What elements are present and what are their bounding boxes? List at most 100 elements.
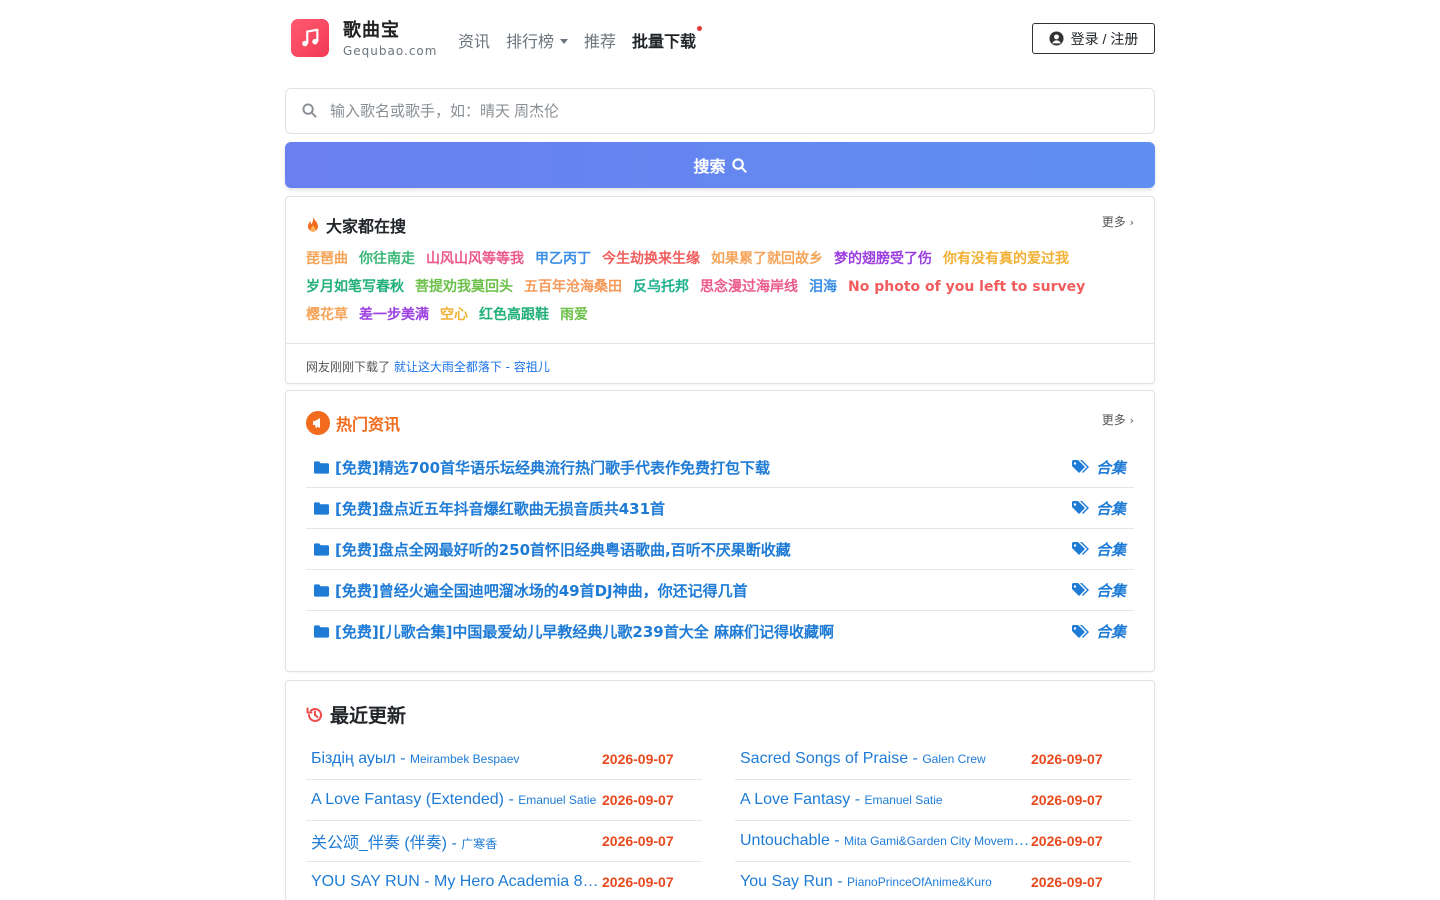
news-category-label: 合集 — [1095, 499, 1126, 518]
hot-search-tag[interactable]: 琵琶曲 — [306, 251, 348, 267]
update-song: Untouchable — [740, 832, 830, 849]
news-title: [免费]盘点全网最好听的250首怀旧经典粤语歌曲,百听不厌果断收藏 — [335, 540, 791, 559]
hot-searches-title: 大家都在搜 — [326, 217, 407, 236]
hot-search-tag[interactable]: 你往南走 — [359, 251, 415, 267]
update-song-link[interactable]: YOU SAY RUN - My Hero Academia 8th Seaso… — [311, 873, 601, 891]
news-category[interactable]: 合集 — [1071, 457, 1126, 478]
update-song-link[interactable]: Untouchable - Mita Gami&Garden City Move… — [740, 832, 1030, 850]
search-button-label: 搜索 — [693, 159, 726, 176]
nav-rankings[interactable]: 排行榜 — [506, 28, 569, 52]
hot-search-tag[interactable]: 反乌托邦 — [633, 279, 689, 295]
hot-search-tag[interactable]: 甲乙丙丁 — [535, 251, 591, 267]
search-input[interactable] — [330, 89, 1130, 133]
hot-search-tag[interactable]: 梦的翅膀受了伤 — [834, 251, 932, 267]
tags-icon — [1071, 501, 1089, 514]
hot-search-tag[interactable]: 山风山风等等我 — [426, 251, 524, 267]
music-note-logo-icon[interactable] — [291, 19, 329, 57]
nav-news[interactable]: 资讯 — [458, 28, 490, 52]
hot-search-tag[interactable]: 泪海 — [809, 279, 837, 295]
hot-search-tag[interactable]: 你有没有真的爱过我 — [943, 251, 1069, 267]
hot-search-tag[interactable]: 如果累了就回故乡 — [711, 251, 823, 267]
update-row[interactable]: You Say Run - PianoPrinceOfAnime&Kuro 202… — [735, 862, 1131, 900]
hot-search-tag[interactable]: 今生劫换来生缘 — [602, 251, 700, 267]
folder-icon — [314, 625, 329, 638]
hot-search-tag[interactable]: No photo of you left to survey — [848, 279, 1085, 295]
news-category-label: 合集 — [1095, 623, 1126, 641]
update-row[interactable]: A Love Fantasy - Emanuel Satie 2026-09-07 — [735, 780, 1131, 821]
news-category[interactable]: 合集 — [1071, 539, 1126, 560]
news-title: [免费]盘点近五年抖音爆红歌曲无损音质共431首 — [335, 499, 666, 518]
news-row[interactable]: [免费][儿歌合集]中国最爱幼儿早教经典儿歌239首大全 麻麻们记得收藏啊 合集 — [306, 611, 1134, 652]
search-button[interactable]: 搜索 — [285, 142, 1155, 188]
news-link[interactable]: [免费]精选700首华语乐坛经典流行热门歌手代表作免费打包下载 — [306, 457, 770, 478]
news-category[interactable]: 合集 — [1071, 498, 1126, 519]
recent-download-prefix: 网友刚刚下载了 — [306, 360, 391, 374]
hot-search-tag[interactable]: 岁月如笔写春秋 — [306, 279, 404, 295]
hot-search-tag[interactable]: 空心 — [440, 307, 468, 323]
hot-search-tag[interactable]: 樱花草 — [306, 307, 348, 323]
hot-search-tag[interactable]: 思念漫过海岸线 — [700, 279, 798, 295]
news-category[interactable]: 合集 — [1071, 621, 1126, 642]
main-nav: 资讯 排行榜 推荐 批量下载 — [458, 26, 712, 52]
hot-search-tag[interactable]: 菩提劝我莫回头 — [415, 279, 513, 295]
update-artist: Galen Crew — [922, 752, 986, 766]
recent-download-link[interactable]: 就让这大雨全都落下 - 容祖儿 — [394, 360, 550, 374]
update-date: 2026-09-07 — [602, 792, 674, 808]
update-row[interactable]: A Love Fantasy (Extended) - Emanuel Sati… — [306, 780, 702, 821]
news-link[interactable]: [免费]盘点近五年抖音爆红歌曲无损音质共431首 — [306, 498, 665, 519]
news-row[interactable]: [免费]精选700首华语乐坛经典流行热门歌手代表作免费打包下载 合集 — [306, 447, 1134, 488]
update-song-link[interactable]: Біздің ауыл - Meirambek Bespaev — [311, 750, 601, 768]
update-row[interactable]: 关公颂_伴奏 (伴奏) - 广寒香 2026-09-07 — [306, 821, 702, 862]
hot-search-tag[interactable]: 差一步美满 — [359, 307, 429, 323]
hot-search-tag[interactable]: 雨爱 — [560, 307, 588, 323]
updates-right-column: Sacred Songs of Praise - Galen Crew 2026-… — [735, 739, 1131, 900]
news-title: [免费]精选700首华语乐坛经典流行热门歌手代表作免费打包下载 — [335, 458, 771, 477]
hot-search-tags: 琵琶曲 你往南走 山风山风等等我 甲乙丙丁 今生劫换来生缘 如果累了就回故乡 梦的翅膀受了伤… — [306, 245, 1136, 329]
page-container: 歌曲宝 Gequbao.com 资讯 排行榜 推荐 批量下载 登录 / 注册 搜… — [285, 0, 1155, 900]
tags-icon — [1071, 624, 1089, 638]
update-artist: Emanuel Satie — [864, 793, 943, 807]
nav-recommend[interactable]: 推荐 — [584, 28, 616, 52]
tags-icon — [1071, 583, 1089, 596]
update-date: 2026-09-07 — [1031, 792, 1103, 808]
hot-search-tag[interactable]: 红色高跟鞋 — [479, 307, 549, 323]
folder-icon — [314, 460, 329, 474]
news-category-label: 合集 — [1095, 458, 1126, 477]
update-song-link[interactable]: Sacred Songs of Praise - Galen Crew — [740, 750, 1030, 768]
news-link[interactable]: [免费]盘点全网最好听的250首怀旧经典粤语歌曲,百听不厌果断收藏 — [306, 539, 791, 560]
update-song: 关公颂_伴奏 (伴奏) — [311, 835, 448, 852]
news-link[interactable]: [免费][儿歌合集]中国最爱幼儿早教经典儿歌239首大全 麻麻们记得收藏啊 — [306, 621, 834, 642]
news-category-label: 合集 — [1095, 540, 1126, 559]
nav-rankings-label: 排行榜 — [506, 32, 555, 51]
news-link[interactable]: [免费]曾经火遍全国迪吧溜冰场的49首DJ神曲，你还记得几首 — [306, 580, 748, 601]
news-row[interactable]: [免费]曾经火遍全国迪吧溜冰场的49首DJ神曲，你还记得几首 合集 — [306, 570, 1134, 611]
update-date: 2026-09-07 — [1031, 751, 1103, 767]
news-row[interactable]: [免费]盘点近五年抖音爆红歌曲无损音质共431首 合集 — [306, 488, 1134, 529]
update-song-link[interactable]: You Say Run - PianoPrinceOfAnime&Kuro — [740, 873, 1030, 891]
update-row[interactable]: Sacred Songs of Praise - Galen Crew 2026-… — [735, 739, 1131, 780]
news-title: [免费]曾经火遍全国迪吧溜冰场的49首DJ神曲，你还记得几首 — [335, 581, 748, 600]
update-song-link[interactable]: 关公颂_伴奏 (伴奏) - 广寒香 — [311, 829, 601, 853]
login-register-button[interactable]: 登录 / 注册 — [1032, 23, 1155, 54]
nav-batch-download[interactable]: 批量下载 — [632, 26, 703, 52]
update-song-link[interactable]: A Love Fantasy (Extended) - Emanuel Sati… — [311, 791, 601, 809]
megaphone-icon — [306, 411, 330, 435]
update-row[interactable]: Untouchable - Mita Gami&Garden City Move… — [735, 821, 1131, 862]
hot-search-tag[interactable]: 五百年沧海桑田 — [524, 279, 622, 295]
update-row[interactable]: YOU SAY RUN - My Hero Academia 8th Seaso… — [306, 862, 702, 900]
more-label: 更多 — [1101, 413, 1126, 427]
folder-icon — [314, 542, 329, 556]
site-name[interactable]: 歌曲宝 — [343, 16, 400, 42]
recent-updates-card: 最近更新 Біздің ауыл - Meirambek Bespaev 2026… — [285, 680, 1155, 900]
hot-news-more-link[interactable]: 更多 › — [1102, 411, 1134, 428]
news-category[interactable]: 合集 — [1071, 580, 1126, 601]
news-row[interactable]: [免费]盘点全网最好听的250首怀旧经典粤语歌曲,百听不厌果断收藏 合集 — [306, 529, 1134, 570]
update-song-link[interactable]: A Love Fantasy - Emanuel Satie — [740, 791, 1030, 809]
update-song: You Say Run — [740, 873, 833, 890]
login-register-label: 登录 / 注册 — [1070, 30, 1139, 47]
news-category-label: 合集 — [1095, 581, 1126, 600]
update-date: 2026-09-07 — [602, 751, 674, 767]
update-date: 2026-09-07 — [1031, 874, 1103, 890]
hot-searches-more-link[interactable]: 更多 › — [1102, 213, 1134, 230]
update-row[interactable]: Біздің ауыл - Meirambek Bespaev 2026-09-0… — [306, 739, 702, 780]
